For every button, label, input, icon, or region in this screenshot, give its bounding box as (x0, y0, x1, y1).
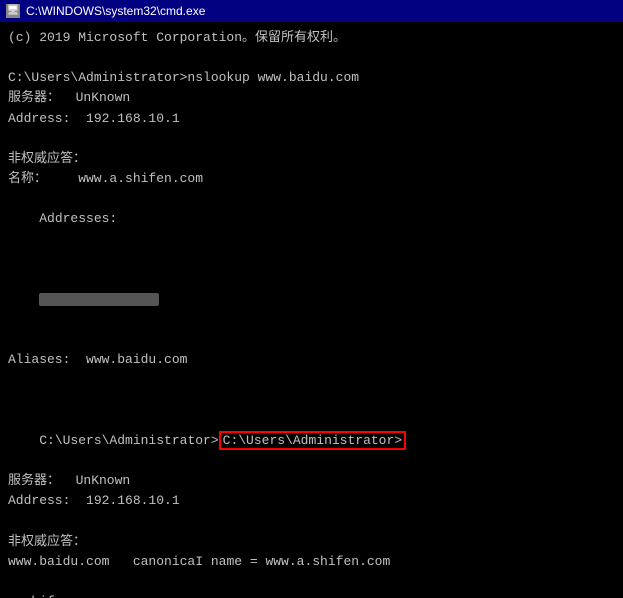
blank-line-2 (8, 129, 615, 149)
addresses-label: Addresses: (39, 211, 117, 226)
non-auth2-line: 非权威应答： (8, 532, 615, 552)
address2-line: Address: 192.168.10.1 (8, 491, 615, 511)
ashifen-line: a.shifen.com (8, 592, 615, 598)
addresses-line: Addresses: (8, 189, 615, 249)
terminal-body: (c) 2019 Microsoft Corporation。保留所有权利。 C… (0, 22, 623, 598)
blank-line-1 (8, 48, 615, 68)
cmd-icon: 🖥 (6, 4, 20, 18)
cmd2-line: C:\Users\Administrator>C:\Users\Administ… (8, 411, 615, 471)
blurred-ip (39, 293, 159, 306)
blurred-line (8, 250, 615, 331)
blank-line-4 (8, 370, 615, 390)
blank-line-5 (8, 391, 615, 411)
title-bar-text: C:\WINDOWS\system32\cmd.exe (26, 4, 205, 18)
blank-line-7 (8, 572, 615, 592)
title-bar: 🖥 C:\WINDOWS\system32\cmd.exe (0, 0, 623, 22)
aliases-line: Aliases: www.baidu.com (8, 350, 615, 370)
non-auth-line: 非权威应答： (8, 149, 615, 169)
server2-line: 服务器： UnKnown (8, 471, 615, 491)
cmd1-line: C:\Users\Administrator>nslookup www.baid… (8, 68, 615, 88)
canonical-line: www.baidu.com canonicaI name = www.a.shi… (8, 552, 615, 572)
blank-line-3 (8, 330, 615, 350)
cmd2-prompt: C:\Users\Administrator> (39, 433, 218, 448)
address1-line: Address: 192.168.10.1 (8, 109, 615, 129)
blank-line-6 (8, 511, 615, 531)
copyright-line: (c) 2019 Microsoft Corporation。保留所有权利。 (8, 28, 615, 48)
server1-line: 服务器： UnKnown (8, 88, 615, 108)
name-line: 名称： www.a.shifen.com (8, 169, 615, 189)
highlighted-command: C:\Users\Administrator> (219, 431, 406, 450)
